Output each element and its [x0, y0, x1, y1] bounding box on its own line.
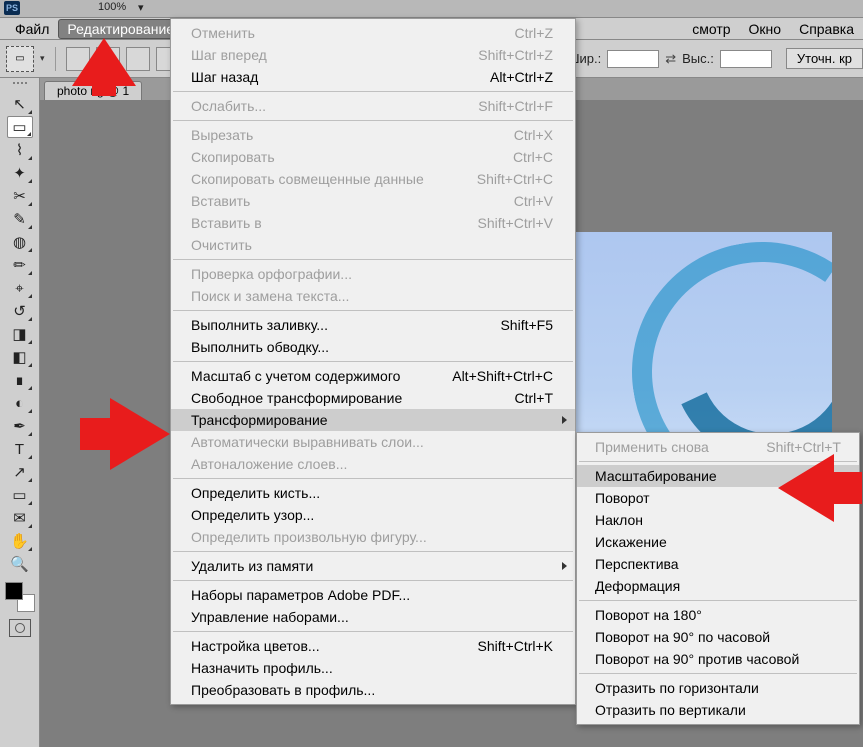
path-selection-tool[interactable]: ↗	[7, 461, 33, 483]
menu-item-check-spelling[interactable]: Проверка орфографии...	[171, 263, 575, 285]
menu-file[interactable]: Файл	[6, 19, 58, 39]
chevron-down-icon[interactable]: ▾	[40, 53, 45, 64]
menu-item-find-replace[interactable]: Поиск и замена текста...	[171, 285, 575, 307]
width-field[interactable]	[607, 50, 659, 68]
menu-item-clear[interactable]: Очистить	[171, 234, 575, 256]
menu-item-transform[interactable]: Трансформирование	[171, 409, 575, 431]
zoom-dropdown-icon[interactable]: ▾	[138, 1, 144, 14]
menu-item-purge[interactable]: Удалить из памяти	[171, 555, 575, 577]
app-logo-icon: PS	[4, 1, 20, 15]
submenu-item-flip-vertical[interactable]: Отразить по вертикали	[577, 699, 859, 721]
menu-item-adobe-pdf-presets[interactable]: Наборы параметров Adobe PDF...	[171, 584, 575, 606]
menu-view[interactable]: смотр	[683, 19, 739, 39]
submenu-arrow-icon	[562, 562, 567, 570]
menu-item-define-brush[interactable]: Определить кисть...	[171, 482, 575, 504]
lasso-tool[interactable]: ⌇	[7, 139, 33, 161]
menu-item-copy-merged[interactable]: Скопировать совмещенные данныеShift+Ctrl…	[171, 168, 575, 190]
menu-item-content-aware-scale[interactable]: Масштаб с учетом содержимогоAlt+Shift+Ct…	[171, 365, 575, 387]
annotation-arrow-icon	[778, 454, 862, 522]
pen-tool[interactable]: ✒	[7, 415, 33, 437]
submenu-item-distort[interactable]: Искажение	[577, 531, 859, 553]
menu-item-define-pattern[interactable]: Определить узор...	[171, 504, 575, 526]
menu-item-step-forward[interactable]: Шаг впередShift+Ctrl+Z	[171, 44, 575, 66]
clone-stamp-tool[interactable]: ⌖	[7, 277, 33, 299]
height-label: Выс.:	[682, 51, 714, 66]
height-field[interactable]	[720, 50, 772, 68]
crop-tool[interactable]: ✂	[7, 185, 33, 207]
title-bar: PS 100% ▾	[0, 0, 863, 18]
type-tool[interactable]: T	[7, 438, 33, 460]
menu-item-define-shape[interactable]: Определить произвольную фигуру...	[171, 526, 575, 548]
menu-help[interactable]: Справка	[790, 19, 863, 39]
menu-item-auto-blend[interactable]: Автоналожение слоев...	[171, 453, 575, 475]
refine-edge-button[interactable]: Уточн. кр	[786, 48, 863, 69]
eraser-tool[interactable]: ◨	[7, 323, 33, 345]
menu-item-paste[interactable]: ВставитьCtrl+V	[171, 190, 575, 212]
dodge-tool[interactable]: ◐	[7, 392, 33, 414]
quick-mask-toggle[interactable]	[9, 619, 31, 637]
panel-grip-icon[interactable]	[5, 82, 35, 90]
submenu-item-perspective[interactable]: Перспектива	[577, 553, 859, 575]
foreground-color-swatch[interactable]	[5, 582, 23, 600]
menu-window[interactable]: Окно	[740, 19, 791, 39]
menu-item-cut[interactable]: ВырезатьCtrl+X	[171, 124, 575, 146]
menu-item-stroke[interactable]: Выполнить обводку...	[171, 336, 575, 358]
menu-item-preset-manager[interactable]: Управление наборами...	[171, 606, 575, 628]
zoom-tool[interactable]: 🔍	[7, 553, 33, 575]
annotation-arrow-icon	[72, 38, 136, 96]
history-brush-tool[interactable]: ↺	[7, 300, 33, 322]
magic-wand-tool[interactable]: ✦	[7, 162, 33, 184]
submenu-item-rotate-90-ccw[interactable]: Поворот на 90° против часовой	[577, 648, 859, 670]
zoom-level: 100%	[98, 1, 126, 13]
marquee-tool-preset-icon[interactable]: ▭	[6, 46, 34, 72]
hand-tool[interactable]: ✋	[7, 530, 33, 552]
submenu-item-warp[interactable]: Деформация	[577, 575, 859, 597]
link-icon[interactable]: ⇄	[665, 51, 676, 67]
menu-item-fill[interactable]: Выполнить заливку...Shift+F5	[171, 314, 575, 336]
blur-tool[interactable]: ∎	[7, 369, 33, 391]
menu-edit[interactable]: Редактирование	[58, 19, 183, 39]
move-tool[interactable]: ↖	[7, 93, 33, 115]
submenu-item-rotate-180[interactable]: Поворот на 180°	[577, 604, 859, 626]
menu-item-assign-profile[interactable]: Назначить профиль...	[171, 657, 575, 679]
submenu-item-rotate-90-cw[interactable]: Поворот на 90° по часовой	[577, 626, 859, 648]
tools-panel: ↖ ▭ ⌇ ✦ ✂ ✎ ◍ ✏ ⌖ ↺ ◨ ◧ ∎ ◐ ✒ T ↗ ▭ ✉ ✋ …	[0, 78, 40, 747]
submenu-item-flip-horizontal[interactable]: Отразить по горизонтали	[577, 677, 859, 699]
submenu-arrow-icon	[562, 416, 567, 424]
notes-tool[interactable]: ✉	[7, 507, 33, 529]
menu-item-paste-into[interactable]: Вставить вShift+Ctrl+V	[171, 212, 575, 234]
menu-item-free-transform[interactable]: Свободное трансформированиеCtrl+T	[171, 387, 575, 409]
menu-item-convert-profile[interactable]: Преобразовать в профиль...	[171, 679, 575, 701]
menu-item-color-settings[interactable]: Настройка цветов...Shift+Ctrl+K	[171, 635, 575, 657]
healing-brush-tool[interactable]: ◍	[7, 231, 33, 253]
rectangle-tool[interactable]: ▭	[7, 484, 33, 506]
menu-item-undo[interactable]: ОтменитьCtrl+Z	[171, 22, 575, 44]
menu-item-copy[interactable]: СкопироватьCtrl+C	[171, 146, 575, 168]
gradient-tool[interactable]: ◧	[7, 346, 33, 368]
menu-item-step-backward[interactable]: Шаг назадAlt+Ctrl+Z	[171, 66, 575, 88]
eyedropper-tool[interactable]: ✎	[7, 208, 33, 230]
menu-item-auto-align[interactable]: Автоматически выравнивать слои...	[171, 431, 575, 453]
brush-tool[interactable]: ✏	[7, 254, 33, 276]
edit-menu-dropdown: ОтменитьCtrl+Z Шаг впередShift+Ctrl+Z Ша…	[170, 18, 576, 705]
menu-item-fade[interactable]: Ослабить...Shift+Ctrl+F	[171, 95, 575, 117]
color-swatches[interactable]	[5, 582, 35, 612]
marquee-tool[interactable]: ▭	[7, 116, 33, 138]
annotation-arrow-icon	[80, 398, 170, 470]
